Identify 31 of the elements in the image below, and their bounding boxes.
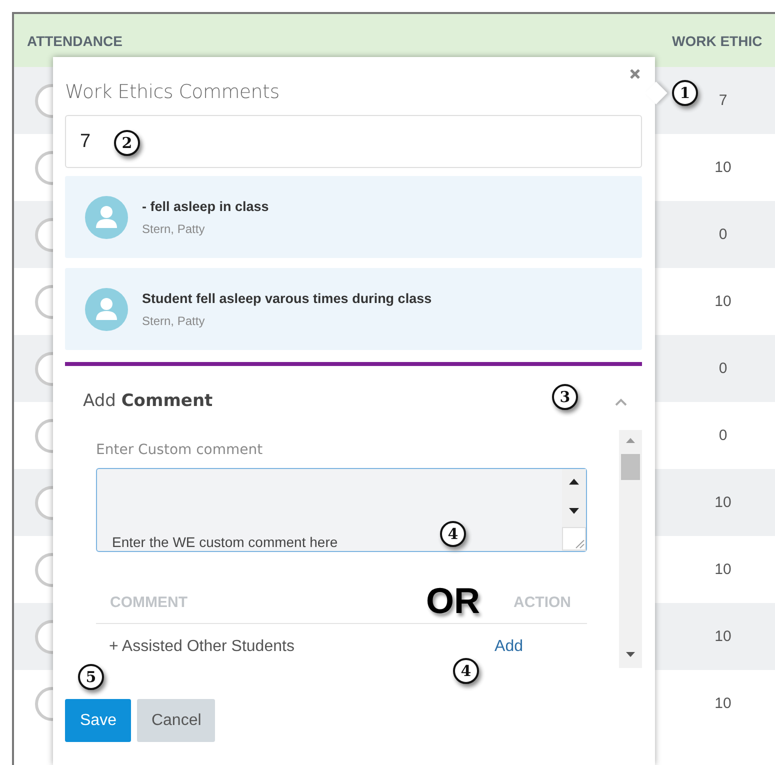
comment-text: Student fell asleep varous times during class [142,290,432,306]
table-cell: 10 [714,628,732,645]
cancel-button[interactable]: Cancel [137,699,216,742]
table-cell: 0 [718,427,728,444]
textarea-scrollbar-icon[interactable] [562,469,586,551]
comment-author: Stern, Patty [142,314,206,328]
table-cell: 0 [718,226,728,243]
column-header: ATTENDANCE [26,32,124,48]
table-cell: 0 [718,360,728,377]
comment-option: + Assisted Other Students [109,638,294,656]
save-button[interactable]: Save [65,699,132,742]
popover-title: Work Ethics Comments [65,81,280,103]
table-cell: 10 [714,561,732,578]
column-header: COMMENT [110,594,188,611]
table-cell: 10 [714,159,732,176]
comment-text: - fell asleep in class [142,198,269,214]
add-link[interactable]: Add [494,638,523,656]
column-header: WORK ETHIC [672,32,764,48]
chevron-icon[interactable] [614,396,628,406]
or-annotation: OR [426,580,480,622]
table-cell: 7 [718,92,728,109]
comment-author: Stern, Patty [142,222,206,236]
column-header: ACTION [514,594,571,611]
field-label: Enter Custom comment [96,442,264,458]
table-cell: 10 [714,695,732,712]
avatar-icon [85,288,128,330]
close-icon[interactable] [628,67,642,81]
table-cell: 10 [714,494,732,511]
section-title: Add Comment [83,391,213,411]
table-cell: 10 [714,293,732,310]
avatar-icon [85,196,128,238]
